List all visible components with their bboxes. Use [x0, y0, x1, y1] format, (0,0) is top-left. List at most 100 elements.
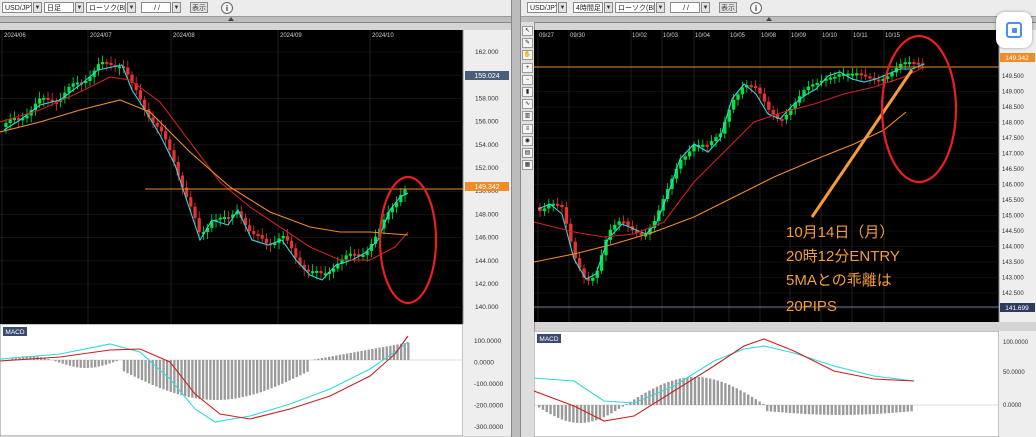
macd-histogram-bar	[277, 360, 280, 386]
macd-histogram-bar	[583, 405, 586, 423]
macd-histogram-bar	[101, 360, 104, 366]
macd-histogram-bar	[819, 405, 822, 415]
info-icon[interactable]: i	[221, 2, 233, 14]
right-date-input[interactable]: / /	[670, 2, 700, 13]
right-price-chart[interactable]: 149.500 149.000 148.500 148.000 147.500 147.0…	[534, 22, 1036, 327]
left-chart-pane: USD/JPY ▼ 日足 ▼ ローソク(BID) ▼ / / ▼ 表示 i 16…	[0, 0, 511, 437]
line-chart-icon[interactable]: ∿	[522, 99, 533, 110]
candle	[837, 74, 841, 77]
candle	[617, 221, 621, 225]
macd-histogram-bar	[796, 405, 799, 414]
candle	[218, 217, 222, 220]
screenshot-overlay-icon[interactable]	[996, 12, 1032, 48]
macd-histogram-bar	[834, 405, 837, 415]
scroll-marker-icon[interactable]	[766, 17, 772, 21]
calendar-dropdown-icon[interactable]: ▼	[701, 2, 710, 13]
zoom-in-icon[interactable]: +	[522, 62, 533, 73]
macd-histogram-bar	[353, 352, 356, 360]
candle	[315, 270, 319, 273]
candle	[159, 126, 163, 132]
macd-histogram-bar	[735, 388, 738, 405]
candle	[626, 221, 630, 227]
macd-histogram-bar	[371, 348, 374, 360]
chevron-down-icon[interactable]: ▼	[75, 2, 84, 13]
candle-chart-icon[interactable]: ▮	[522, 87, 533, 97]
price-tick-label: 148.000	[475, 211, 499, 218]
macd-histogram-bar	[792, 405, 795, 414]
annotation-line-2: 20時12分ENTRY	[786, 248, 900, 265]
macd-histogram-bar	[234, 360, 237, 399]
left-show-button[interactable]: 表示	[190, 2, 208, 13]
layers-icon[interactable]: ≡	[522, 123, 533, 134]
time-tick-label: 09/27	[539, 33, 555, 39]
right-timeframe-select[interactable]: 4時間足	[573, 2, 603, 13]
macd-histogram-bar	[245, 360, 248, 397]
chevron-down-icon[interactable]: ▼	[127, 2, 136, 13]
zoom-out-icon[interactable]: −	[522, 74, 533, 85]
right-macd-panel[interactable]: MACD 100.0000 50.0000 0.0000	[534, 331, 1036, 437]
pane-splitter[interactable]	[511, 0, 521, 437]
macd-histogram-bar	[724, 383, 727, 405]
candle	[912, 62, 916, 65]
candle	[828, 77, 833, 80]
candle	[736, 94, 740, 100]
macd-title: MACD	[539, 336, 558, 343]
left-date-input[interactable]: / /	[141, 2, 171, 13]
scroll-marker-icon[interactable]	[228, 17, 234, 21]
left-timeframe-select[interactable]: 日足	[44, 2, 74, 13]
macd-histogram-bar	[541, 405, 545, 410]
chevron-down-icon[interactable]: ▼	[656, 2, 665, 13]
pencil-icon[interactable]: ✎	[522, 38, 533, 49]
left-macd-panel[interactable]: MACD 100.0000 0.0000 -100.0000 -200.0000 -30…	[0, 324, 511, 436]
print-icon[interactable]: ▤	[522, 148, 533, 158]
candle	[344, 255, 348, 260]
candle	[907, 62, 912, 65]
calendar-dropdown-icon[interactable]: ▼	[172, 2, 181, 13]
left-pair-select[interactable]: USD/JPY	[2, 2, 32, 13]
macd-histogram-bar	[902, 405, 906, 412]
macd-histogram-bar	[857, 405, 860, 415]
macd-histogram-bar	[557, 405, 560, 418]
macd-histogram-bar	[899, 405, 902, 413]
price-tick-label: 148.000	[1002, 121, 1024, 127]
candle	[281, 235, 285, 239]
macd-histogram-bar	[248, 360, 252, 396]
macd-histogram-bar	[338, 354, 342, 360]
candle	[639, 233, 643, 236]
cursor-icon[interactable]: ↖	[522, 26, 533, 36]
chevron-down-icon[interactable]: ▼	[604, 2, 613, 13]
macd-histogram-bar	[709, 378, 712, 405]
candle	[753, 86, 758, 89]
grid-icon[interactable]: ▦	[522, 160, 533, 171]
macd-histogram-bar	[614, 405, 617, 412]
macd-histogram-bar	[72, 360, 75, 367]
right-show-button[interactable]: 表示	[719, 2, 737, 13]
macd-tick-label: 50.0000	[1003, 370, 1025, 376]
time-tick-label: 2024/08	[173, 33, 195, 39]
macd-histogram-bar	[187, 360, 190, 397]
bar-chart-icon[interactable]: ▥	[522, 111, 533, 122]
time-tick-label: 2024/09	[280, 33, 302, 39]
candle	[42, 97, 46, 100]
macd-histogram-bar	[194, 360, 198, 399]
right-charttype-select[interactable]: ローソク(BID)	[615, 2, 655, 13]
macd-histogram-bar	[382, 347, 385, 360]
right-pair-select[interactable]: USD/JPY	[527, 2, 557, 13]
hand-icon[interactable]: ✋	[522, 50, 533, 61]
candle	[767, 101, 771, 110]
macd-histogram-bar	[750, 396, 754, 405]
info-icon[interactable]: i	[750, 2, 762, 14]
macd-histogram-bar	[682, 377, 685, 405]
candle	[222, 216, 226, 219]
candle	[564, 207, 569, 224]
chevron-down-icon[interactable]: ▼	[558, 2, 567, 13]
eye-icon[interactable]: ◉	[522, 135, 533, 146]
macd-histogram-bar	[773, 405, 776, 412]
chevron-down-icon[interactable]: ▼	[33, 2, 42, 13]
left-charttype-select[interactable]: ローソク(BID)	[86, 2, 126, 13]
candle	[4, 122, 8, 127]
candle	[811, 84, 815, 87]
macd-histogram-bar	[216, 360, 219, 400]
macd-histogram-bar	[328, 356, 331, 360]
macd-histogram-bar	[861, 405, 864, 415]
